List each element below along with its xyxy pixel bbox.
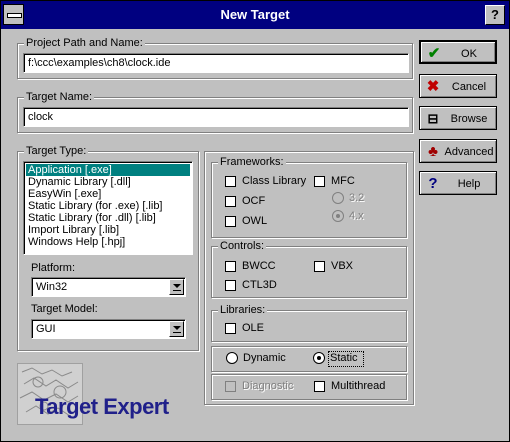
vbx-label: VBX bbox=[331, 260, 354, 272]
vbx-checkbox[interactable]: VBX bbox=[314, 260, 364, 276]
checkbox-box[interactable] bbox=[225, 176, 236, 187]
checkbox-box[interactable] bbox=[314, 176, 325, 187]
multithread-label: Multithread bbox=[331, 380, 386, 392]
dropdown-arrow-icon[interactable] bbox=[169, 321, 184, 337]
question-icon: ? bbox=[428, 175, 438, 192]
mfc-checkbox[interactable]: MFC bbox=[314, 175, 364, 191]
target-model-select[interactable]: GUI bbox=[31, 319, 186, 339]
mfc-32-radio[interactable]: 3.2 bbox=[332, 192, 372, 208]
checkbox-box[interactable] bbox=[225, 381, 236, 392]
checkbox-box[interactable] bbox=[225, 323, 236, 334]
target-type-list[interactable]: Application [.exe] Dynamic Library [.dll… bbox=[23, 161, 193, 255]
radio-dot[interactable] bbox=[332, 210, 344, 222]
ok-button-label: OK bbox=[461, 48, 477, 60]
checkbox-box[interactable] bbox=[225, 280, 236, 291]
radio-dot[interactable] bbox=[332, 192, 344, 204]
target-model-label: Target Model: bbox=[31, 303, 98, 315]
mfc-32-label: 3.2 bbox=[349, 192, 365, 204]
ctl3d-label: CTL3D bbox=[242, 279, 277, 291]
project-path-label: Project Path and Name: bbox=[24, 37, 145, 49]
help-button-label: Help bbox=[457, 178, 481, 190]
class-library-label: Class Library bbox=[242, 175, 307, 187]
diagnostic-checkbox[interactable]: Diagnostic bbox=[225, 380, 305, 396]
x-icon: ✖ bbox=[426, 78, 440, 95]
check-icon: ✔ bbox=[427, 45, 441, 62]
advanced-icon: ♣ bbox=[428, 143, 438, 160]
mfc-4x-radio[interactable]: 4.x bbox=[332, 210, 372, 226]
title-bar: New Target ? bbox=[1, 1, 509, 29]
checkbox-box[interactable] bbox=[225, 196, 236, 207]
help-title-button[interactable]: ? bbox=[485, 5, 505, 25]
target-model-value: GUI bbox=[36, 323, 56, 335]
cancel-button[interactable]: ✖ Cancel bbox=[419, 74, 497, 98]
ole-checkbox[interactable]: OLE bbox=[225, 322, 275, 338]
mfc-4x-label: 4.x bbox=[349, 210, 364, 222]
advanced-button-label: Advanced bbox=[444, 146, 494, 158]
ok-button[interactable]: ✔ OK bbox=[419, 40, 497, 64]
list-item[interactable]: Static Library (for .dll) [.lib] bbox=[26, 212, 190, 224]
owl-checkbox[interactable]: OWL bbox=[225, 215, 275, 231]
browse-icon: ⊟ bbox=[427, 111, 439, 126]
checkbox-box[interactable] bbox=[314, 381, 325, 392]
project-path-input[interactable]: f:\ccc\examples\ch8\clock.ide bbox=[23, 53, 409, 73]
mfc-label: MFC bbox=[331, 175, 355, 187]
ole-label: OLE bbox=[242, 322, 265, 334]
advanced-button[interactable]: ♣ Advanced bbox=[419, 139, 497, 163]
dynamic-radio[interactable]: Dynamic bbox=[226, 352, 296, 368]
diagnostic-label: Diagnostic bbox=[242, 380, 294, 392]
list-item[interactable]: Import Library [.lib] bbox=[26, 224, 190, 236]
ocf-checkbox[interactable]: OCF bbox=[225, 195, 275, 211]
list-item[interactable]: Windows Help [.hpj] bbox=[26, 236, 190, 248]
logo-text: Target Expert bbox=[35, 394, 169, 419]
ctl3d-checkbox[interactable]: CTL3D bbox=[225, 279, 285, 295]
platform-value: Win32 bbox=[36, 281, 68, 293]
window-title: New Target bbox=[220, 7, 290, 22]
libraries-label: Libraries: bbox=[218, 304, 268, 316]
ocf-label: OCF bbox=[242, 195, 266, 207]
checkbox-box[interactable] bbox=[314, 261, 325, 272]
frameworks-label: Frameworks: bbox=[218, 156, 286, 168]
multithread-checkbox[interactable]: Multithread bbox=[314, 380, 394, 396]
class-library-checkbox[interactable]: Class Library bbox=[225, 175, 307, 191]
platform-select[interactable]: Win32 bbox=[31, 277, 186, 297]
dynamic-label: Dynamic bbox=[243, 352, 286, 364]
radio-dot[interactable] bbox=[313, 352, 325, 364]
radio-dot[interactable] bbox=[226, 352, 238, 364]
platform-label: Platform: bbox=[31, 262, 76, 274]
target-type-label: Target Type: bbox=[24, 145, 89, 157]
bwcc-label: BWCC bbox=[242, 260, 276, 272]
browse-button-label: Browse bbox=[450, 113, 488, 125]
new-target-dialog: New Target ? Project Path and Name: f:\c… bbox=[0, 0, 510, 442]
checkbox-box[interactable] bbox=[225, 216, 236, 227]
target-name-label: Target Name: bbox=[24, 91, 95, 103]
cancel-button-label: Cancel bbox=[451, 81, 487, 93]
list-item[interactable]: Dynamic Library [.dll] bbox=[26, 176, 190, 188]
controls-label: Controls: bbox=[218, 240, 267, 252]
bwcc-checkbox[interactable]: BWCC bbox=[225, 260, 285, 276]
list-item[interactable]: EasyWin [.exe] bbox=[26, 188, 190, 200]
target-name-input[interactable]: clock bbox=[23, 107, 409, 127]
owl-label: OWL bbox=[242, 215, 268, 227]
dropdown-arrow-icon[interactable] bbox=[169, 279, 184, 295]
list-item[interactable]: Static Library (for .exe) [.lib] bbox=[26, 200, 190, 212]
browse-button[interactable]: ⊟ Browse bbox=[419, 106, 497, 130]
focus-rectangle bbox=[328, 351, 364, 367]
checkbox-box[interactable] bbox=[225, 261, 236, 272]
list-item[interactable]: Application [.exe] bbox=[26, 164, 190, 176]
help-button[interactable]: ? Help bbox=[419, 171, 497, 195]
